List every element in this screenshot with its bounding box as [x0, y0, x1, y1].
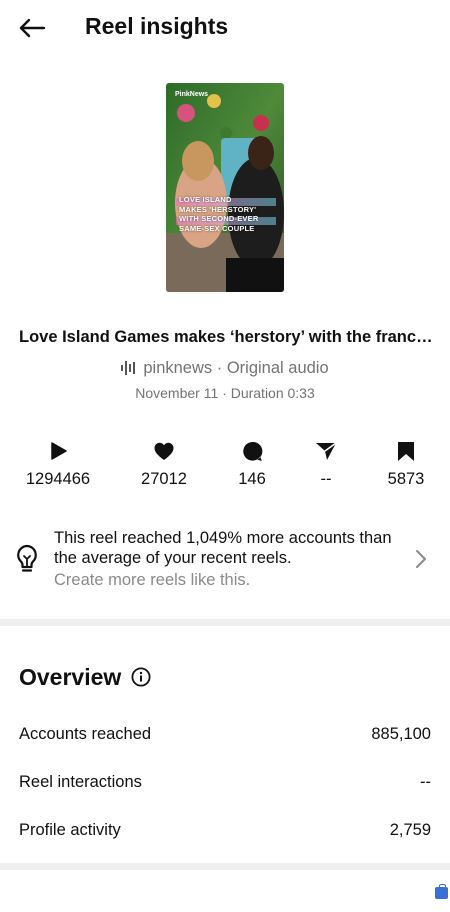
page-title: Reel insights [85, 13, 229, 39]
row-label: Profile activity [19, 820, 121, 839]
audio-account: pinknews [143, 359, 213, 377]
thumbnail-caption-line: LOVE ISLAND [179, 195, 232, 204]
thumbnail-caption-line: SAME-SEX COUPLE [179, 223, 255, 233]
row-value: -- [420, 772, 431, 791]
stat-likes[interactable]: 27012 [119, 438, 209, 494]
insight-banner[interactable]: This reel reached 1,049% more accounts t… [0, 526, 450, 598]
overview-header: Overview [19, 662, 151, 692]
header: Reel insights [0, 0, 450, 56]
stat-saves-value: 5873 [387, 470, 425, 488]
comment-icon [242, 441, 262, 461]
stat-shares[interactable]: -- [281, 438, 371, 494]
row-label: Reel interactions [19, 772, 142, 791]
section-divider [0, 863, 450, 870]
overview-row-profile-activity[interactable]: Profile activity 2,759 [19, 815, 431, 845]
send-icon [316, 442, 337, 460]
stat-saves[interactable]: 5873 [361, 438, 450, 494]
stat-plays-value: 1294466 [25, 470, 91, 488]
chevron-right-icon [416, 550, 426, 568]
reel-thumbnail[interactable]: PinkNews LOVE ISLAND MAKES 'HERSTORY' WI… [166, 83, 284, 292]
stat-likes-value: 27012 [141, 470, 187, 488]
thumbnail-caption: LOVE ISLAND MAKES 'HERSTORY' WITH SECOND… [179, 195, 274, 233]
audio-line[interactable]: pinknews · Original audio [0, 357, 450, 379]
reel-meta: November 11 · Duration 0:33 [0, 383, 450, 403]
meta-separator: · [218, 385, 231, 401]
insight-text: This reel reached 1,049% more accounts t… [54, 529, 392, 567]
bookmark-icon [398, 441, 414, 461]
audio-label: Original audio [226, 359, 329, 377]
row-value: 885,100 [371, 724, 431, 743]
row-value: 2,759 [389, 820, 431, 839]
engagement-stats: 1294466 27012 146 -- 5873 [0, 438, 450, 494]
insight-subtext: Create more reels like this. [54, 571, 251, 589]
briefcase-icon [435, 884, 448, 899]
stat-plays[interactable]: 1294466 [13, 438, 103, 494]
audio-waveform-icon [121, 361, 136, 375]
stat-shares-value: -- [320, 470, 332, 488]
info-icon[interactable] [131, 667, 151, 687]
lightbulb-icon [17, 544, 37, 572]
reel-duration: Duration 0:33 [230, 385, 315, 401]
overview-row-reel-interactions[interactable]: Reel interactions -- [19, 767, 431, 797]
reel-thumbnail-image [166, 83, 284, 292]
overview-title: Overview [19, 664, 122, 690]
play-icon [51, 442, 67, 460]
section-divider [0, 619, 450, 626]
audio-separator: · [212, 359, 227, 377]
reel-title: Love Island Games makes ‘herstory’ with … [19, 328, 434, 346]
back-button[interactable] [14, 12, 50, 44]
back-arrow-icon [19, 18, 46, 38]
overview-row-accounts-reached[interactable]: Accounts reached 885,100 [19, 719, 431, 749]
reel-date: November 11 [135, 385, 219, 401]
heart-icon [154, 442, 174, 460]
thumbnail-caption-line: MAKES 'HERSTORY' [179, 204, 257, 214]
thumbnail-brand-text: PinkNews [175, 91, 209, 98]
row-label: Accounts reached [19, 724, 152, 743]
thumbnail-caption-line: WITH SECOND-EVER [179, 214, 259, 223]
